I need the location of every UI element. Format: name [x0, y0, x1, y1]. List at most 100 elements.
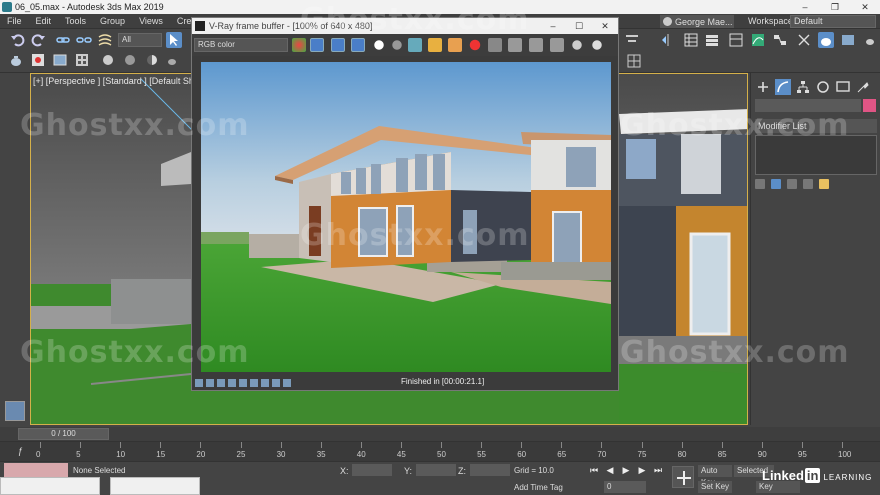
- auto-key-button[interactable]: Auto Key: [698, 465, 732, 487]
- y-coord-field[interactable]: [416, 464, 456, 476]
- redo-button[interactable]: [30, 32, 46, 48]
- taskbar-thumbnail-1[interactable]: [0, 477, 100, 495]
- select-object-button[interactable]: [166, 32, 182, 48]
- modify-tab-icon[interactable]: [775, 79, 791, 95]
- vfb-stamp-icon[interactable]: [228, 379, 236, 387]
- user-account-menu[interactable]: George Mae...: [660, 15, 734, 28]
- vfb-curve-icon[interactable]: [250, 379, 258, 387]
- vfb-close-button[interactable]: ✕: [592, 21, 618, 32]
- layer-explorer-button[interactable]: [704, 32, 720, 48]
- x-coord-field[interactable]: [352, 464, 392, 476]
- monochrome-icon[interactable]: [390, 38, 404, 52]
- alpha-channel-icon[interactable]: [372, 38, 386, 52]
- vfb-levels-icon[interactable]: [239, 379, 247, 387]
- toolbar-tool-4[interactable]: [818, 32, 834, 48]
- load-image-icon[interactable]: [428, 38, 442, 52]
- render-production-button[interactable]: [100, 52, 116, 68]
- hierarchy-tab-icon[interactable]: [795, 79, 811, 95]
- render-setup-button[interactable]: [30, 52, 46, 68]
- selection-filter-select[interactable]: All: [118, 33, 162, 47]
- motion-tab-icon[interactable]: [815, 79, 831, 95]
- add-time-tag-button[interactable]: Add Time Tag: [514, 483, 563, 492]
- time-slider[interactable]: 0 / 100: [18, 428, 109, 440]
- save-image-icon[interactable]: [408, 38, 422, 52]
- utilities-tab-icon[interactable]: [855, 79, 871, 95]
- material-editor-button[interactable]: [74, 52, 90, 68]
- create-tab-icon[interactable]: [755, 79, 771, 95]
- track-bar[interactable]: ƒ 0 5 10 15 20 25 30 35 40 45 50 55 60 65 70 75 80 85 90 95…: [0, 441, 880, 461]
- toggle-ribbon-button[interactable]: [728, 32, 744, 48]
- set-key-button[interactable]: Set Key: [698, 481, 732, 493]
- menu-tools[interactable]: Tools: [58, 16, 93, 26]
- render-iterative-button[interactable]: [122, 52, 138, 68]
- prev-frame-button[interactable]: ◀: [604, 464, 616, 476]
- menu-views[interactable]: Views: [132, 16, 170, 26]
- toolbar-tool-6[interactable]: [862, 32, 878, 48]
- track-bar-icon[interactable]: ƒ: [18, 446, 23, 456]
- go-to-end-button[interactable]: ⏭: [652, 464, 664, 476]
- menu-file[interactable]: File: [0, 16, 29, 26]
- rendered-image[interactable]: [201, 62, 611, 372]
- display-tab-icon[interactable]: [835, 79, 851, 95]
- vfb-history-icon[interactable]: [195, 379, 203, 387]
- bind-to-space-warp-button[interactable]: [97, 32, 113, 48]
- play-button[interactable]: ▶: [620, 464, 632, 476]
- vfb-lens-effects-icon[interactable]: [217, 379, 225, 387]
- maximize-button[interactable]: ❐: [820, 0, 850, 14]
- red-channel-button[interactable]: [310, 38, 324, 52]
- toolbar-tool-2[interactable]: [660, 32, 676, 48]
- maxscript-listener-field[interactable]: [4, 463, 68, 477]
- render-last-icon[interactable]: [570, 38, 584, 52]
- green-channel-button[interactable]: [331, 38, 345, 52]
- go-to-start-button[interactable]: ⏮: [588, 464, 600, 476]
- teapot-render-button[interactable]: [8, 52, 24, 68]
- next-frame-button[interactable]: ▶: [636, 464, 648, 476]
- clear-image-icon[interactable]: [448, 38, 462, 52]
- schematic-view-button[interactable]: [772, 32, 788, 48]
- modifier-stack[interactable]: [755, 135, 877, 175]
- toolbar-tool-5[interactable]: [840, 32, 856, 48]
- region-render-icon[interactable]: [529, 38, 543, 52]
- taskbar-thumbnail-2[interactable]: [110, 477, 200, 495]
- object-name-field[interactable]: [755, 99, 861, 112]
- viewport-layout-button[interactable]: [5, 401, 25, 421]
- pin-stack-icon[interactable]: [755, 179, 765, 189]
- track-mouse-icon[interactable]: [508, 38, 522, 52]
- blue-channel-button[interactable]: [351, 38, 365, 52]
- menu-edit[interactable]: Edit: [29, 16, 59, 26]
- z-coord-field[interactable]: [470, 464, 510, 476]
- curve-editor-button[interactable]: [750, 32, 766, 48]
- stop-render-icon[interactable]: [468, 38, 482, 52]
- object-color-swatch[interactable]: [863, 99, 876, 112]
- modifier-list-select[interactable]: Modifier List: [755, 119, 877, 133]
- vfb-lut-icon[interactable]: [283, 379, 291, 387]
- unlink-button[interactable]: [76, 32, 92, 48]
- view-rgb-icon[interactable]: [292, 38, 306, 52]
- render-online-button[interactable]: [164, 52, 180, 68]
- configure-modifier-sets-icon[interactable]: [819, 179, 829, 189]
- time-slider-bar[interactable]: 0 / 100: [0, 427, 880, 441]
- vfb-exposure-icon[interactable]: [261, 379, 269, 387]
- vray-frame-buffer-window[interactable]: V-Ray frame buffer - [100% of 640 x 480]…: [191, 17, 619, 391]
- minimize-button[interactable]: –: [790, 0, 820, 14]
- close-button[interactable]: ✕: [850, 0, 880, 14]
- render-teapot-icon[interactable]: [590, 38, 604, 52]
- vfb-white-balance-icon[interactable]: [272, 379, 280, 387]
- vfb-minimize-button[interactable]: –: [540, 21, 566, 32]
- toolbar-tool-3[interactable]: [796, 32, 812, 48]
- vfb-maximize-button[interactable]: ☐: [566, 21, 592, 32]
- select-and-link-button[interactable]: [55, 32, 71, 48]
- set-key-mode-button[interactable]: [672, 466, 694, 488]
- render-frame-window-button[interactable]: [52, 52, 68, 68]
- toolbar-tool-7[interactable]: [626, 53, 642, 69]
- undo-button[interactable]: [10, 32, 26, 48]
- render-channel-select[interactable]: RGB color: [194, 38, 288, 52]
- active-shade-button[interactable]: [144, 52, 160, 68]
- menu-group[interactable]: Group: [93, 16, 132, 26]
- current-frame-field[interactable]: 0: [604, 481, 646, 493]
- scene-explorer-button[interactable]: [683, 32, 699, 48]
- remove-modifier-icon[interactable]: [803, 179, 813, 189]
- make-unique-icon[interactable]: [787, 179, 797, 189]
- vfb-color-correction-icon[interactable]: [206, 379, 214, 387]
- show-end-result-icon[interactable]: [771, 179, 781, 189]
